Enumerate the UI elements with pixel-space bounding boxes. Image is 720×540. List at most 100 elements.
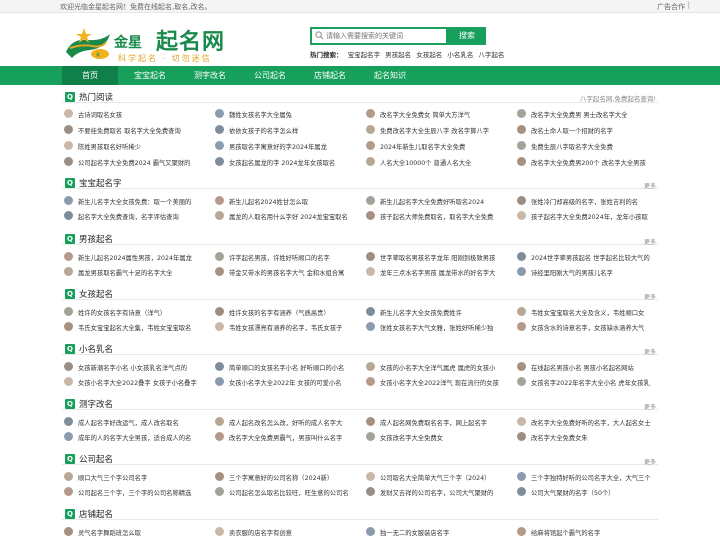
- list-item[interactable]: 许字起名男孩，许姓好听顺口的名字: [215, 251, 361, 262]
- article-link[interactable]: 许字起名男孩，许姓好听顺口的名字: [229, 253, 330, 262]
- list-item[interactable]: 女孩新潮名字小名 小女孩乳名洋气点的: [64, 361, 210, 372]
- more-link[interactable]: 更多: [644, 181, 656, 190]
- more-link[interactable]: 更多: [644, 292, 656, 301]
- list-item[interactable]: 姓许的女孩名字有诗意（洋气）: [64, 306, 210, 317]
- list-item[interactable]: 改名字大全免费男霸气，男孩叫什么名字: [215, 431, 361, 442]
- list-item[interactable]: 诗经里阳刚大气的男孩儿名字: [517, 266, 663, 277]
- list-item[interactable]: 女孩名字2022年名字大全小名 虎年女孩乳: [517, 376, 663, 387]
- list-item[interactable]: 改名土命人取一个招财的名字: [517, 124, 663, 135]
- hot-search-link[interactable]: 女孩起名: [416, 51, 442, 59]
- list-item[interactable]: 成人起名字好改运气，成人改名取名: [64, 416, 210, 427]
- article-link[interactable]: 公司起名三个字，三个字的公司名称精选: [78, 488, 191, 497]
- list-item[interactable]: 公司取名大全简单大气三个字（2024）: [366, 471, 512, 482]
- article-link[interactable]: 改名字大全免费男 男士改名字大全: [531, 110, 627, 119]
- list-item[interactable]: 改名字大全免费女朱: [517, 431, 663, 442]
- list-item[interactable]: 独一无二的女服装店名字: [366, 526, 512, 537]
- list-item[interactable]: 新生儿名字大全女孩免费姓许: [366, 306, 512, 317]
- nav-baby-naming[interactable]: 宝宝起名: [122, 66, 178, 85]
- article-link[interactable]: 新生儿名字大全女孩免费：取一个美丽的: [78, 197, 191, 206]
- more-link[interactable]: 更多: [644, 237, 656, 246]
- list-item[interactable]: 世字辈取名男孩名字龙年 阳刚到极致男孩: [366, 251, 512, 262]
- list-item[interactable]: 顺口大气三个字公司名字: [64, 471, 210, 482]
- list-item[interactable]: 在线起名男孩小名 男孩小名起名网站: [517, 361, 663, 372]
- list-item[interactable]: 属龙男孩取名霸气十足的名字大全: [64, 266, 210, 277]
- article-link[interactable]: 给麻将馆起个霸气的名字: [531, 528, 600, 537]
- list-item[interactable]: 属龙的人取名用什么字好 2024龙宝宝取名: [215, 210, 361, 221]
- more-link[interactable]: 更多: [644, 347, 656, 356]
- article-link[interactable]: 龙年三点水名字男孩 属龙带水的好名字大: [380, 268, 495, 277]
- list-item[interactable]: 免费改名字大全生辰八字 改名字算八字: [366, 124, 512, 135]
- article-link[interactable]: 女孩改名字大全免费女: [380, 433, 443, 442]
- article-link[interactable]: 改名字大全免费男霸气，男孩叫什么名字: [229, 433, 342, 442]
- section-title[interactable]: 女孩起名: [79, 288, 113, 300]
- article-link[interactable]: 女孩名字2022年名字大全小名 虎年女孩乳: [531, 378, 650, 387]
- list-item[interactable]: 起名字大全免费查询，名字评估查询: [64, 210, 210, 221]
- article-link[interactable]: 改名字大全免费女朱: [531, 433, 588, 442]
- article-link[interactable]: 成人起名网免费取名名字，网上起名字: [380, 418, 487, 427]
- article-link[interactable]: 成人起名字好改运气，成人改名取名: [78, 418, 179, 427]
- list-item[interactable]: 女孩改名字大全免费女: [366, 431, 512, 442]
- article-link[interactable]: 新生儿名字大全女孩免费姓许: [380, 308, 462, 317]
- section-title[interactable]: 男孩起名: [79, 233, 113, 245]
- article-link[interactable]: 三个字独特好听的公司名字大全，大气三个: [531, 473, 651, 482]
- article-link[interactable]: 不要挂免费取名 取名字大全免费查询: [78, 126, 181, 135]
- article-link[interactable]: 人名大全10000个 普通人名大全: [380, 158, 471, 167]
- list-item[interactable]: 改名字大全免费男200个 改名字大全男孩: [517, 156, 663, 167]
- article-link[interactable]: 灵气名字舞蹈班怎么取: [78, 528, 141, 537]
- site-logo[interactable]: ¥ 金星 起名网 科学起名 · 切勿迷信: [62, 22, 232, 68]
- list-item[interactable]: 依依女孩子的名字怎么样: [215, 124, 361, 135]
- list-item[interactable]: 龙年三点水名字男孩 属龙带水的好名字大: [366, 266, 512, 277]
- hot-search-link[interactable]: 小名乳名: [447, 51, 473, 59]
- article-link[interactable]: 改名字大全免费女 简单大方洋气: [380, 110, 470, 119]
- article-link[interactable]: 女孩起名属龙的字 2024龙年女孩取名: [229, 158, 335, 167]
- article-link[interactable]: 女孩新潮名字小名 小女孩乳名洋气点的: [78, 363, 187, 372]
- list-item[interactable]: 公司起名怎么取名比较旺，旺生意的公司名: [215, 486, 361, 497]
- list-item[interactable]: 人名大全10000个 普通人名大全: [366, 156, 512, 167]
- list-item[interactable]: 公司起名字大全免费2024 霸气又聚财的: [64, 156, 210, 167]
- article-link[interactable]: 女孩含水的诗意名字，女孩缺水涵养大气: [531, 323, 644, 332]
- ad-link[interactable]: 广告合作: [657, 2, 685, 12]
- nav-company-naming[interactable]: 公司起名: [242, 66, 298, 85]
- section-title[interactable]: 小名乳名: [79, 343, 113, 355]
- list-item[interactable]: 女孩小名字大全2022叠字 女孩子小名叠字: [64, 376, 210, 387]
- article-link[interactable]: 公司起名字大全免费2024 霸气又聚财的: [78, 158, 190, 167]
- article-link[interactable]: 改名字大全免费好听的名字，大人起名女士: [531, 418, 651, 427]
- article-link[interactable]: 男孩取名字寓意好的字2024年属龙: [229, 142, 327, 151]
- article-link[interactable]: 世字辈取名男孩名字龙年 阳刚到极致男孩: [380, 253, 495, 262]
- list-item[interactable]: 2024世字辈男孩起名 世字起名比较大气的: [517, 251, 663, 262]
- article-link[interactable]: 卖衣服的店名字有创意: [229, 528, 292, 537]
- list-item[interactable]: 张姓冷门却高级的名字，张姓吉利的名: [517, 195, 663, 206]
- list-item[interactable]: 女孩小名字大全2022洋气 现在流行的女孩: [366, 376, 512, 387]
- article-link[interactable]: 张姓女孩名字大气文雅，张姓好听稀少独: [380, 323, 493, 332]
- list-item[interactable]: 不要挂免费取名 取名字大全免费查询: [64, 124, 210, 135]
- hot-search-link[interactable]: 八字起名: [478, 51, 504, 59]
- list-item[interactable]: 改名字大全免费男 男士改名字大全: [517, 108, 663, 119]
- article-link[interactable]: 免费生辰八字取名字大全免费: [531, 142, 613, 151]
- article-link[interactable]: 张姓冷门却高级的名字，张姓吉利的名: [531, 197, 638, 206]
- list-item[interactable]: 新生儿名字大全女孩免费：取一个美丽的: [64, 195, 210, 206]
- article-link[interactable]: 新生儿起名字大全免费好听取名2024: [380, 197, 484, 206]
- article-link[interactable]: 改名字大全免费男200个 改名字大全男孩: [531, 158, 646, 167]
- article-link[interactable]: 2024世字辈男孩起名 世字起名比较大气的: [531, 253, 650, 262]
- article-link[interactable]: 属龙男孩取名霸气十足的名字大全: [78, 268, 172, 277]
- list-item[interactable]: 卖衣服的店名字有创意: [215, 526, 361, 537]
- article-link[interactable]: 女孩的小名字大全洋气属虎 属虎的女孩小: [380, 363, 495, 372]
- article-link[interactable]: 公司起名怎么取名比较旺，旺生意的公司名: [229, 488, 349, 497]
- hot-search-link[interactable]: 男孩起名: [385, 51, 411, 59]
- article-link[interactable]: 独一无二的女服装店名字: [380, 528, 449, 537]
- search-button[interactable]: 搜索: [448, 27, 486, 45]
- article-link[interactable]: 魏姓女孩名字大全属兔: [229, 110, 292, 119]
- section-title[interactable]: 店铺起名: [79, 508, 113, 520]
- nav-shop-naming[interactable]: 店铺起名: [302, 66, 358, 85]
- article-link[interactable]: 新生儿起名2024属性男孩，2024年属龙: [78, 253, 192, 262]
- list-item[interactable]: 改名字大全免费好听的名字，大人起名女士: [517, 416, 663, 427]
- list-item[interactable]: 韦姓女孩漂亮有涵养的名字，韦氏女孩子: [215, 321, 361, 332]
- list-item[interactable]: 新生儿起名字大全免费好听取名2024: [366, 195, 512, 206]
- list-item[interactable]: 古诗词取名女孩: [64, 108, 210, 119]
- article-link[interactable]: 韦氏女宝宝起名大全集，韦姓女宝宝取名: [78, 323, 191, 332]
- list-item[interactable]: 孩子起名大师免费取名，取名字大全免费: [366, 210, 512, 221]
- list-item[interactable]: 张姓女孩名字大气文雅，张姓好听稀少独: [366, 321, 512, 332]
- article-link[interactable]: 成人起名改名怎么改，好听的成人名字大: [229, 418, 342, 427]
- list-item[interactable]: 免费生辰八字取名字大全免费: [517, 140, 663, 151]
- article-link[interactable]: 在线起名男孩小名 男孩小名起名网站: [531, 363, 634, 372]
